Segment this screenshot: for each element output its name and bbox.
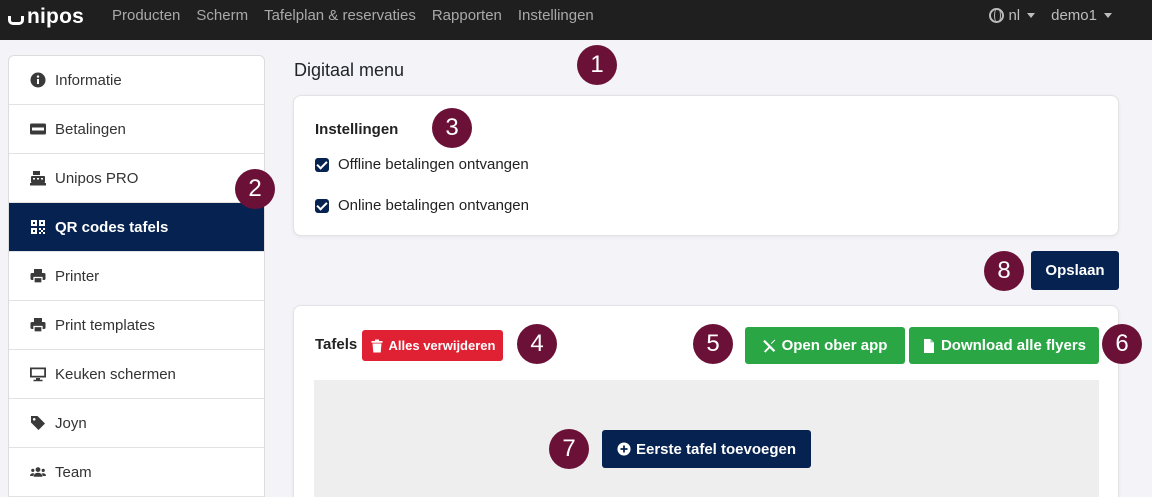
sidebar-item-unipos-pro[interactable]: Unipos PRO — [9, 154, 264, 203]
sidebar-item-label: Print templates — [55, 316, 156, 334]
sidebar-item-informatie[interactable]: Informatie — [9, 56, 264, 105]
sidebar-item-label: Betalingen — [55, 120, 126, 138]
offline-payments-checkbox[interactable] — [315, 157, 329, 172]
callout-marker-8: 8 — [984, 251, 1024, 291]
utensils-icon — [762, 339, 775, 353]
cash-register-icon — [29, 170, 47, 186]
online-payments-checkbox[interactable] — [315, 198, 329, 213]
online-payments-label: Online betalingen ontvangen — [338, 197, 529, 214]
offline-payments-option[interactable]: Offline betalingen ontvangen — [315, 156, 529, 173]
language-label: nl — [1008, 6, 1021, 24]
delete-all-button[interactable]: Alles verwijderen — [362, 330, 503, 361]
plus-circle-icon — [617, 442, 631, 456]
brand-logo[interactable]: nipos — [8, 4, 84, 30]
visa-card-icon — [29, 121, 47, 137]
info-icon — [29, 72, 47, 88]
settings-heading: Instellingen — [315, 121, 399, 138]
open-waiter-app-label: Open ober app — [781, 337, 888, 354]
sidebar-item-print-templates[interactable]: Print templates — [9, 301, 264, 350]
nav-producten[interactable]: Producten — [112, 7, 180, 24]
file-icon — [923, 338, 934, 353]
settings-sidebar: Informatie Betalingen Unipos PRO QR code… — [8, 55, 265, 497]
open-waiter-app-button[interactable]: Open ober app — [745, 327, 905, 364]
sidebar-item-label: Joyn — [55, 414, 87, 432]
settings-card: Instellingen Offline betalingen ontvange… — [293, 95, 1119, 236]
chevron-down-icon — [1104, 12, 1112, 18]
sidebar-item-printer[interactable]: Printer — [9, 252, 264, 301]
tables-heading: Tafels — [315, 336, 358, 353]
page-title: Digitaal menu — [294, 60, 405, 80]
download-flyers-button[interactable]: Download alle flyers — [909, 327, 1099, 364]
callout-marker-3: 3 — [432, 108, 472, 148]
callout-marker-6: 6 — [1102, 324, 1142, 364]
callout-marker-7: 7 — [549, 429, 589, 469]
printer-icon — [29, 317, 47, 333]
add-first-table-button[interactable]: Eerste tafel toevoegen — [602, 430, 811, 468]
sidebar-item-joyn[interactable]: Joyn — [9, 399, 264, 448]
qr-code-icon — [29, 219, 47, 235]
nav-tafelplan[interactable]: Tafelplan & reservaties — [264, 7, 416, 24]
logo-mark — [8, 15, 24, 25]
sidebar-item-label: QR codes tafels — [55, 218, 169, 236]
trash-icon — [371, 339, 383, 352]
sidebar-item-label: Unipos PRO — [55, 169, 139, 187]
user-dropdown[interactable]: demo1 — [1051, 7, 1112, 24]
sidebar-item-label: Keuken schermen — [55, 365, 176, 383]
sidebar-item-label: Printer — [55, 267, 100, 285]
callout-marker-1: 1 — [577, 45, 617, 85]
save-button[interactable]: Opslaan — [1031, 251, 1119, 290]
brand-name: nipos — [27, 5, 84, 28]
add-first-table-label: Eerste tafel toevoegen — [635, 440, 797, 458]
callout-marker-4: 4 — [517, 324, 557, 364]
printer-icon — [29, 268, 47, 284]
top-navbar: nipos Producten Scherm Tafelplan & reser… — [0, 0, 1152, 40]
callout-marker-5: 5 — [693, 324, 733, 364]
nav-instellingen[interactable]: Instellingen — [518, 7, 594, 24]
nav-scherm[interactable]: Scherm — [196, 7, 248, 24]
language-dropdown[interactable]: nl — [989, 6, 1036, 24]
sidebar-item-keuken-schermen[interactable]: Keuken schermen — [9, 350, 264, 399]
sidebar-item-label: Informatie — [55, 71, 122, 89]
users-icon — [29, 464, 47, 480]
tag-icon — [29, 415, 47, 431]
sidebar-item-qr-codes-tafels[interactable]: QR codes tafels — [9, 203, 264, 252]
sidebar-item-team[interactable]: Team — [9, 448, 264, 497]
download-flyers-label: Download alle flyers — [940, 337, 1087, 354]
delete-all-label: Alles verwijderen — [388, 338, 496, 353]
nav-right: nl demo1 — [989, 0, 1112, 30]
callout-marker-2: 2 — [235, 169, 275, 209]
online-payments-option[interactable]: Online betalingen ontvangen — [315, 197, 529, 214]
nav-rapporten[interactable]: Rapporten — [432, 7, 502, 24]
sidebar-item-betalingen[interactable]: Betalingen — [9, 105, 264, 154]
offline-payments-label: Offline betalingen ontvangen — [338, 156, 529, 173]
globe-icon — [989, 7, 1005, 23]
main-nav: Producten Scherm Tafelplan & reservaties… — [112, 0, 594, 30]
sidebar-item-label: Team — [55, 463, 92, 481]
chevron-down-icon — [1027, 12, 1036, 18]
user-label: demo1 — [1051, 6, 1097, 24]
monitor-icon — [29, 366, 47, 382]
